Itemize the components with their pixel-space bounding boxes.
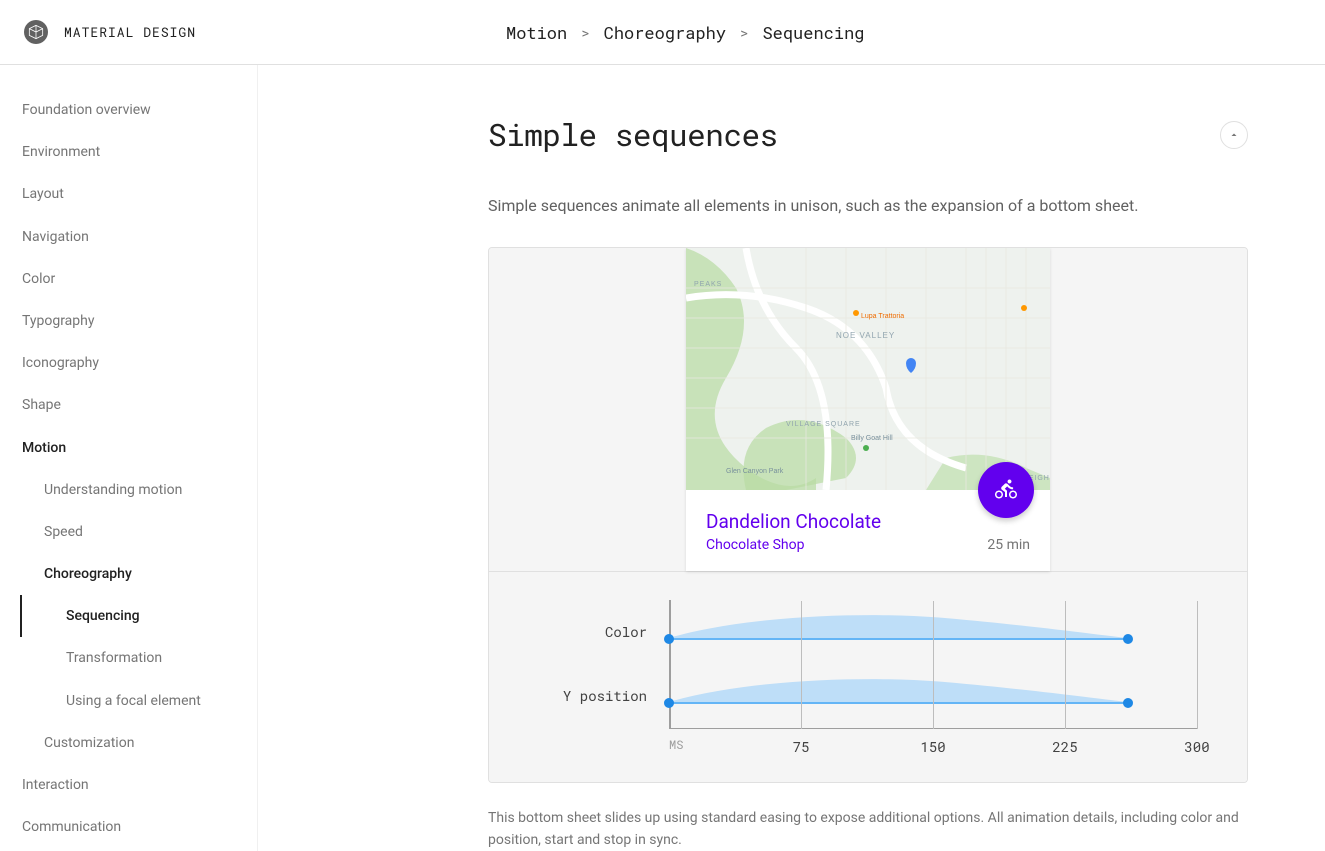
track-end-dot bbox=[1123, 698, 1133, 708]
sidebar-item[interactable]: Environment bbox=[0, 131, 257, 173]
sidebar-item[interactable]: Speed bbox=[0, 511, 257, 553]
breadcrumb-item[interactable]: Sequencing bbox=[762, 21, 864, 44]
gridline bbox=[933, 601, 934, 729]
sidebar-item[interactable]: Typography bbox=[0, 300, 257, 342]
logo-icon bbox=[24, 20, 48, 44]
svg-text:VILLAGE SQUARE: VILLAGE SQUARE bbox=[786, 421, 861, 428]
sidebar-item[interactable]: Understanding motion bbox=[0, 469, 257, 511]
fab-directions[interactable] bbox=[978, 462, 1034, 518]
section-title: Simple sequences bbox=[488, 115, 778, 155]
travel-time: 25 min bbox=[987, 537, 1030, 553]
sidebar-item[interactable]: Layout bbox=[0, 173, 257, 215]
svg-text:PEAKS: PEAKS bbox=[694, 281, 722, 288]
svg-text:Billy Goat Hill: Billy Goat Hill bbox=[851, 435, 893, 442]
sidebar-item[interactable]: Communication bbox=[0, 806, 257, 848]
sidebar-item[interactable]: Color bbox=[0, 258, 257, 300]
axis-tick-label: 225 bbox=[1052, 737, 1077, 756]
timeline-label: Y position bbox=[539, 686, 669, 705]
breadcrumb-item[interactable]: Choreography bbox=[604, 21, 726, 44]
app-header: MATERIAL DESIGN Motion > Choreography > … bbox=[0, 0, 1325, 65]
sidebar-item[interactable]: Choreography bbox=[0, 553, 257, 595]
track-start-dot bbox=[664, 634, 674, 644]
svg-text:Lupa Trattoria: Lupa Trattoria bbox=[861, 313, 904, 320]
timing-chart: Color Y position MS 75 150 225 300 bbox=[489, 571, 1247, 782]
figure: NOE VALLEY VILLAGE SQUARE BERNAL HEIGH G… bbox=[488, 247, 1248, 783]
chevron-right-icon: > bbox=[740, 23, 748, 42]
gridline bbox=[1065, 601, 1066, 729]
sidebar-item[interactable]: Foundation overview bbox=[0, 89, 257, 131]
sidebar-item[interactable]: Transformation bbox=[20, 637, 257, 679]
map-illustration: NOE VALLEY VILLAGE SQUARE BERNAL HEIGH G… bbox=[686, 248, 1050, 490]
bike-icon bbox=[994, 478, 1018, 502]
brand-text: MATERIAL DESIGN bbox=[64, 23, 196, 41]
timeline-label: Color bbox=[539, 622, 669, 641]
place-subtitle: Chocolate Shop bbox=[706, 537, 1030, 553]
sidebar-item[interactable]: Customization bbox=[0, 722, 257, 764]
gridline bbox=[801, 601, 802, 729]
sidebar-item[interactable]: Sequencing bbox=[20, 595, 257, 637]
collapse-button[interactable] bbox=[1220, 121, 1248, 149]
axis-tick-label: 75 bbox=[793, 737, 810, 756]
easing-curve-icon bbox=[669, 676, 1128, 702]
svg-text:Glen Canyon Park: Glen Canyon Park bbox=[726, 468, 784, 475]
breadcrumb-item[interactable]: Motion bbox=[506, 21, 567, 44]
axis-tick-label: 150 bbox=[920, 737, 945, 756]
axis-tick-label: 300 bbox=[1184, 737, 1209, 756]
sidebar-nav: Foundation overviewEnvironmentLayoutNavi… bbox=[0, 65, 258, 851]
bottom-sheet: Dandelion Chocolate Chocolate Shop 25 mi… bbox=[686, 490, 1050, 571]
place-title: Dandelion Chocolate bbox=[706, 510, 1030, 533]
figure-caption: This bottom sheet slides up using standa… bbox=[488, 807, 1248, 851]
sidebar-item[interactable]: Iconography bbox=[0, 342, 257, 384]
map-card: NOE VALLEY VILLAGE SQUARE BERNAL HEIGH G… bbox=[686, 248, 1050, 571]
chevron-right-icon: > bbox=[581, 23, 589, 42]
figure-example: NOE VALLEY VILLAGE SQUARE BERNAL HEIGH G… bbox=[489, 248, 1247, 571]
map-area: NOE VALLEY VILLAGE SQUARE BERNAL HEIGH G… bbox=[686, 248, 1050, 490]
timeline-row: Color bbox=[539, 600, 1197, 664]
track-end-dot bbox=[1123, 634, 1133, 644]
breadcrumb: Motion > Choreography > Sequencing bbox=[506, 21, 864, 44]
content-area: Simple sequences Simple sequences animat… bbox=[258, 65, 1325, 851]
easing-curve-icon bbox=[669, 612, 1128, 638]
sidebar-item[interactable]: Motion bbox=[0, 427, 257, 469]
sidebar-item[interactable]: Navigation bbox=[0, 216, 257, 258]
track-start-dot bbox=[664, 698, 674, 708]
brand[interactable]: MATERIAL DESIGN bbox=[24, 20, 284, 44]
timeline-row: Y position bbox=[539, 664, 1197, 728]
section-description: Simple sequences animate all elements in… bbox=[488, 193, 1248, 219]
sidebar-item[interactable]: Using a focal element bbox=[20, 680, 257, 722]
sidebar-item[interactable]: Interaction bbox=[0, 764, 257, 806]
svg-text:NOE VALLEY: NOE VALLEY bbox=[836, 331, 895, 340]
sidebar-item[interactable]: Shape bbox=[0, 384, 257, 426]
chevron-up-icon bbox=[1228, 129, 1240, 141]
axis-tick-label: MS bbox=[669, 737, 683, 753]
